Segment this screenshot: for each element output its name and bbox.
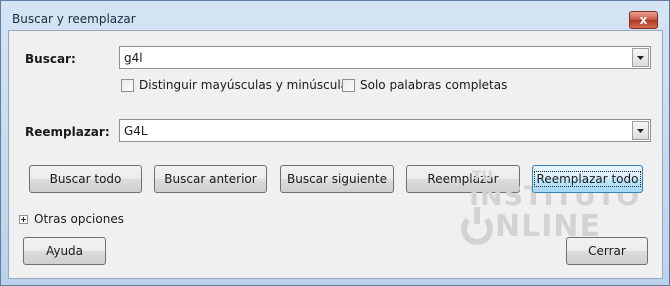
- chevron-down-icon: [637, 128, 644, 133]
- search-label: Buscar:: [25, 52, 76, 66]
- more-options-expander[interactable]: Otras opciones: [19, 212, 124, 226]
- find-replace-dialog: Buscar y reemplazar x Buscar: g4l Distin…: [0, 0, 670, 286]
- help-button[interactable]: Ayuda: [23, 237, 106, 265]
- whole-words-checkbox[interactable]: Solo palabras completas: [342, 78, 507, 92]
- whole-words-label: Solo palabras completas: [360, 78, 508, 92]
- find-next-button[interactable]: Buscar siguiente: [280, 165, 394, 193]
- power-icon: [461, 207, 493, 245]
- match-case-box[interactable]: [121, 78, 134, 92]
- replace-label: Reemplazar:: [25, 125, 110, 139]
- replace-input[interactable]: G4L: [124, 124, 148, 138]
- replace-combobox[interactable]: G4L: [119, 119, 651, 142]
- window-title: Buscar y reemplazar: [12, 12, 136, 26]
- find-all-button[interactable]: Buscar todo: [29, 165, 142, 193]
- expand-plus-icon[interactable]: [19, 214, 28, 224]
- search-input[interactable]: g4l: [124, 51, 143, 65]
- chevron-down-icon: [637, 55, 644, 60]
- replace-all-label: Reemplazar todo: [533, 171, 642, 187]
- dialog-body: Buscar: g4l Distinguir mayúsculas y minú…: [8, 30, 663, 279]
- close-button[interactable]: Cerrar: [566, 237, 648, 265]
- search-combobox[interactable]: g4l: [119, 46, 651, 69]
- replace-button[interactable]: Reemplazar: [406, 165, 520, 193]
- replace-all-button[interactable]: Reemplazar todo: [532, 165, 643, 193]
- search-dropdown-button[interactable]: [632, 48, 649, 67]
- replace-dropdown-button[interactable]: [632, 121, 649, 140]
- find-previous-button[interactable]: Buscar anterior: [154, 165, 267, 193]
- title-bar[interactable]: Buscar y reemplazar x: [1, 1, 669, 29]
- close-icon: x: [639, 13, 648, 27]
- more-options-label: Otras opciones: [34, 212, 124, 226]
- match-case-checkbox[interactable]: Distinguir mayúsculas y minúsculas: [121, 78, 354, 92]
- match-case-label: Distinguir mayúsculas y minúsculas: [139, 78, 355, 92]
- close-window-button[interactable]: x: [629, 11, 658, 29]
- whole-words-box[interactable]: [342, 78, 355, 92]
